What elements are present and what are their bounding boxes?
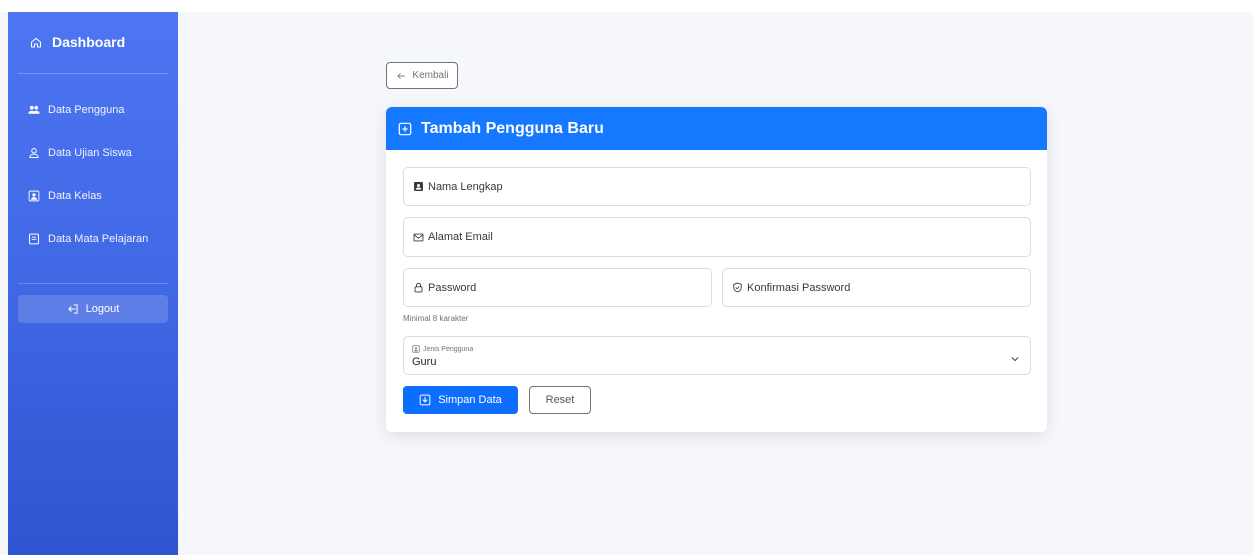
reset-button[interactable]: Reset (529, 386, 591, 414)
sidebar-item-data-ujian-siswa[interactable]: Data Ujian Siswa (8, 138, 178, 168)
password-hint: Minimal 8 karakter (403, 314, 469, 323)
back-button[interactable]: Kembali (386, 62, 458, 89)
card-header: Tambah Pengguna Baru (386, 107, 1047, 150)
plus-square-icon (398, 122, 412, 136)
logout-icon (67, 303, 79, 315)
confirm-password-placeholder: Konfirmasi Password (747, 281, 851, 294)
sidebar-divider (18, 73, 168, 74)
save-icon (419, 394, 431, 406)
envelope-icon (412, 231, 424, 243)
person-icon (28, 147, 40, 159)
role-select-value: Guru (412, 356, 437, 368)
role-select-label: Jenis Pengguna (412, 345, 473, 353)
confirm-password-field[interactable]: Konfirmasi Password (722, 268, 1031, 307)
page-title: Tambah Pengguna Baru (421, 119, 604, 137)
sidebar-item-data-pengguna[interactable]: Data Pengguna (8, 95, 178, 125)
role-label-text: Jenis Pengguna (423, 345, 474, 353)
chevron-down-icon (1010, 351, 1020, 369)
name-placeholder: Nama Lengkap (428, 180, 503, 193)
email-field[interactable]: Alamat Email (403, 217, 1031, 257)
sidebar-item-label: Data Ujian Siswa (48, 147, 132, 159)
password-field[interactable]: Password (403, 268, 712, 307)
sidebar-divider (18, 283, 168, 284)
sidebar-item-label: Data Mata Pelajaran (48, 233, 149, 245)
reset-label: Reset (545, 394, 575, 406)
id-badge-icon (412, 345, 420, 353)
sidebar-item-data-kelas[interactable]: Data Kelas (8, 181, 178, 211)
arrow-left-icon (395, 70, 407, 82)
sidebar-item-data-mata-pelajaran[interactable]: Data Mata Pelajaran (8, 224, 178, 254)
sidebar: Dashboard Data Pengguna Data Ujian Siswa… (8, 12, 178, 555)
back-label: Kembali (412, 70, 449, 81)
class-icon (28, 190, 40, 202)
name-field[interactable]: Nama Lengkap (403, 167, 1031, 206)
sidebar-item-label: Data Kelas (48, 190, 102, 202)
lock-icon (412, 282, 424, 294)
home-icon (30, 36, 42, 48)
email-placeholder: Alamat Email (428, 231, 493, 243)
add-user-card: Tambah Pengguna Baru Nama Lengkap Alamat… (386, 107, 1047, 432)
users-icon (28, 104, 40, 116)
id-card-icon (412, 181, 424, 193)
save-label: Simpan Data (438, 394, 502, 406)
role-select[interactable]: Jenis Pengguna Guru (403, 336, 1031, 375)
sidebar-brand[interactable]: Dashboard (8, 12, 178, 72)
sidebar-brand-label: Dashboard (52, 34, 126, 50)
logout-button[interactable]: Logout (18, 295, 168, 323)
shield-icon (731, 282, 743, 294)
logout-label: Logout (85, 303, 120, 315)
save-button[interactable]: Simpan Data (403, 386, 518, 414)
sidebar-item-label: Data Pengguna (48, 104, 125, 116)
password-placeholder: Password (428, 281, 477, 294)
book-icon (28, 233, 40, 245)
